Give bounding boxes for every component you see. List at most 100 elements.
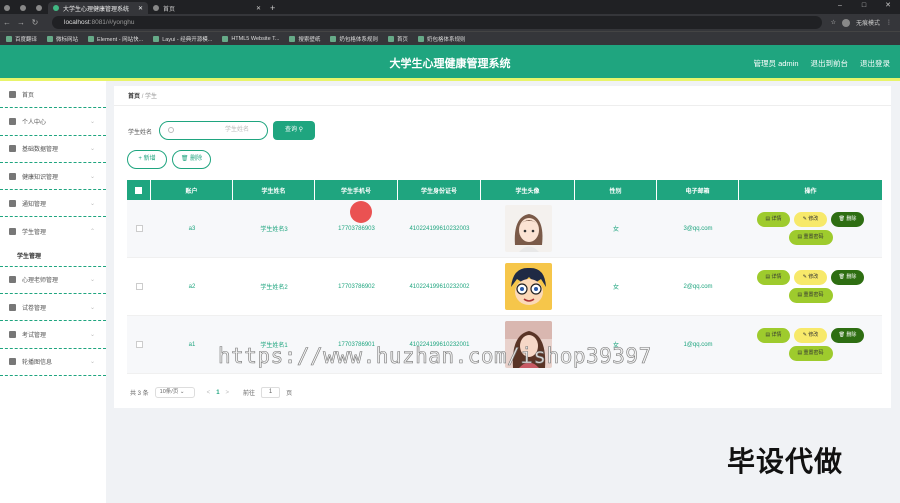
new-tab-button[interactable]: + bbox=[266, 2, 282, 14]
detail-label: 详情 bbox=[771, 216, 782, 222]
trash-icon: 🗑 bbox=[838, 274, 845, 280]
breadcrumb-home[interactable]: 首页 bbox=[128, 94, 140, 100]
url-host: localhost bbox=[64, 19, 90, 26]
add-button[interactable]: + 新增 bbox=[127, 150, 167, 169]
bookmark-item[interactable]: Layui - 经典开源模... bbox=[153, 35, 212, 43]
bookmark-item[interactable]: Element - 网站快... bbox=[88, 35, 143, 43]
maximize-icon[interactable]: □ bbox=[852, 0, 876, 14]
col-name: 学生姓名 bbox=[233, 180, 315, 200]
sidebar-item-health[interactable]: 健康知识管理 ⌄ bbox=[0, 163, 106, 191]
bookmark-item[interactable]: 微标网站 bbox=[47, 35, 78, 43]
edit-button[interactable]: ✎ 修改 bbox=[794, 270, 827, 285]
select-all-checkbox[interactable] bbox=[135, 186, 142, 194]
bookmark-item[interactable]: 百度翻译 bbox=[6, 35, 37, 43]
prev-page-button[interactable]: < bbox=[207, 390, 211, 396]
reset-password-button[interactable]: ▤ 重置密码 bbox=[788, 346, 833, 361]
url-field[interactable]: localhost:8081/#/yonghu bbox=[52, 16, 822, 29]
detail-button[interactable]: ▤ 详情 bbox=[757, 212, 790, 227]
close-window-icon[interactable]: ✕ bbox=[876, 0, 900, 14]
query-button[interactable]: 查询 ⚲ bbox=[273, 121, 315, 140]
cell-email: 3@qq.com bbox=[683, 225, 713, 232]
bookmark-item[interactable]: 奶包格体系规则 bbox=[417, 35, 465, 43]
sidebar-item-exams[interactable]: 考试管理 ⌄ bbox=[0, 321, 106, 349]
forward-icon[interactable]: → bbox=[14, 18, 28, 27]
back-icon[interactable]: ← bbox=[0, 18, 14, 27]
tab-close-icon[interactable]: ✕ bbox=[256, 5, 261, 12]
reset-password-button[interactable]: ▤ 重置密码 bbox=[788, 288, 833, 303]
edit-button[interactable]: ✎ 修改 bbox=[794, 328, 827, 343]
edit-button[interactable]: ✎ 修改 bbox=[794, 212, 827, 227]
bookmark-icon bbox=[88, 35, 95, 42]
row-checkbox[interactable] bbox=[135, 283, 143, 290]
sidebar-item-teachers[interactable]: 心理老师管理 ⌄ bbox=[0, 267, 106, 295]
exit-to-front-link[interactable]: 退出到前台 bbox=[811, 58, 849, 69]
row-checkbox[interactable] bbox=[135, 225, 143, 232]
browser-tab-home[interactable]: 首页 ✕ bbox=[148, 2, 266, 14]
bookmark-icon bbox=[387, 35, 394, 42]
cell-account: a3 bbox=[188, 225, 196, 232]
batch-delete-button[interactable]: 🗑 删除 bbox=[172, 150, 211, 169]
bookmark-item[interactable]: 搜索壁纸 bbox=[289, 35, 320, 43]
trash-icon: 🗑 bbox=[180, 156, 189, 162]
next-page-button[interactable]: > bbox=[226, 390, 230, 396]
total-count: 共 3 条 bbox=[130, 391, 149, 397]
tab-close-icon[interactable]: ✕ bbox=[138, 5, 143, 12]
row-checkbox-cell bbox=[127, 316, 151, 373]
bookmark-label: 搜索壁纸 bbox=[298, 36, 321, 43]
delete-button[interactable]: 🗑 删除 bbox=[831, 328, 864, 343]
anime-girl-avatar[interactable] bbox=[504, 205, 552, 252]
clock-icon bbox=[9, 172, 16, 180]
edit-icon: ✎ bbox=[802, 216, 807, 222]
goto-page-input[interactable]: 1 bbox=[261, 387, 281, 398]
page-size-select[interactable]: 10条/页 ⌄ bbox=[154, 387, 195, 398]
search-icon bbox=[168, 127, 174, 133]
file-icon: ▤ bbox=[765, 274, 771, 280]
watermark-text: https://www.huzhan.com/ishop39397 bbox=[218, 344, 652, 369]
detail-button[interactable]: ▤ 详情 bbox=[757, 270, 790, 285]
minimize-icon[interactable]: – bbox=[828, 0, 852, 14]
star-icon[interactable]: ☆ bbox=[831, 19, 836, 26]
pagination: 共 3 条 10条/页 ⌄ < 1 > 前往 1 页 bbox=[130, 387, 292, 398]
github-icon bbox=[20, 5, 26, 11]
bookmark-item[interactable]: HTML5 Website T... bbox=[222, 35, 280, 42]
reset-password-button[interactable]: ▤ 重置密码 bbox=[788, 230, 833, 245]
bookmark-label: 百度翻译 bbox=[15, 36, 38, 43]
cell-email: 1@qq.com bbox=[683, 341, 713, 348]
bookmark-item[interactable]: 首页 bbox=[387, 35, 408, 43]
delete-button[interactable]: 🗑 删除 bbox=[831, 270, 864, 285]
sidebar-subitem-students[interactable]: 学生管理 bbox=[0, 245, 106, 267]
sidebar-item-carousel[interactable]: 轮播图信息 ⌄ bbox=[0, 349, 106, 376]
search-label: 学生姓名 bbox=[128, 130, 153, 136]
browser-tab-3[interactable] bbox=[32, 2, 48, 14]
cartoon-boy-avatar[interactable] bbox=[504, 263, 552, 310]
reload-icon[interactable]: ↻ bbox=[28, 18, 42, 27]
edit-icon: ✎ bbox=[802, 274, 807, 280]
profile-label[interactable]: 无痕模式 bbox=[856, 18, 880, 27]
bookmark-icon bbox=[6, 35, 12, 42]
row-actions: ▤ 详情 ✎ 修改 🗑 删除 ▤ 重置密码 bbox=[755, 212, 867, 245]
sidebar-item-profile[interactable]: 个人中心 ⌄ bbox=[0, 108, 106, 136]
sidebar-item-home[interactable]: 首页 bbox=[0, 81, 106, 109]
sidebar-item-papers[interactable]: 试卷管理 ⌄ bbox=[0, 294, 106, 322]
sidebar-item-students[interactable]: 学生管理 ⌃ bbox=[0, 217, 106, 244]
browser-tab-2[interactable] bbox=[16, 2, 32, 14]
sidebar-item-notice[interactable]: 通知管理 ⌄ bbox=[0, 190, 106, 218]
bookmark-item[interactable]: 奶包格体系规则 bbox=[330, 35, 378, 43]
logout-link[interactable]: 退出登录 bbox=[860, 58, 890, 69]
browser-tab-active[interactable]: 大学生心理健康管理系统 ✕ bbox=[48, 2, 148, 14]
detail-button[interactable]: ▤ 详情 bbox=[757, 328, 790, 343]
browser-tab-1[interactable] bbox=[0, 2, 16, 14]
avatar[interactable] bbox=[841, 18, 850, 27]
current-page[interactable]: 1 bbox=[216, 390, 219, 396]
sidebar-item-base-data[interactable]: 基础数据管理 ⌄ bbox=[0, 136, 106, 163]
row-checkbox[interactable] bbox=[135, 341, 143, 348]
bookmark-label: HTML5 Website T... bbox=[231, 35, 280, 42]
delete-button[interactable]: 🗑 删除 bbox=[831, 212, 864, 227]
browser-tab-strip: 大学生心理健康管理系统 ✕ 首页 ✕ + – □ ✕ bbox=[0, 0, 900, 14]
table-row: a3 学生姓名3 17703786903 410224199610232003 … bbox=[127, 200, 882, 258]
edit-label: 修改 bbox=[808, 216, 819, 222]
search-input[interactable]: 学生姓名 bbox=[159, 121, 268, 140]
divider bbox=[114, 105, 891, 106]
menu-icon[interactable]: ⋮ bbox=[886, 19, 892, 26]
chevron-down-icon: ⌄ bbox=[89, 304, 95, 311]
